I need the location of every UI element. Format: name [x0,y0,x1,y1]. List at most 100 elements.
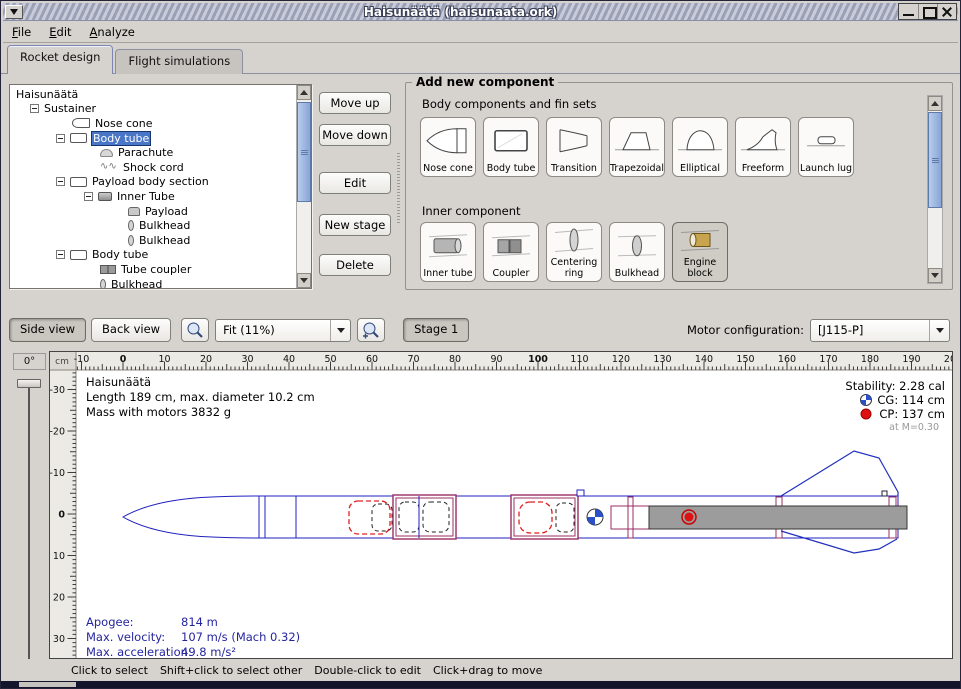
motor-configuration-select[interactable]: [J115-P] [810,319,950,342]
scroll-up-button[interactable] [928,96,942,111]
svg-text:20: 20 [53,593,65,604]
selected-tree-label: Body tube [92,132,150,145]
minimize-button[interactable] [899,4,918,19]
tree-item-inner-tube[interactable]: Inner Tube [12,189,294,204]
tree-item-body-tube-2[interactable]: Body tube [12,248,294,263]
centering-ring-icon [547,223,601,258]
zoom-in-button[interactable] [357,318,385,342]
collapse-icon[interactable] [56,134,65,143]
svg-text:10: 10 [53,551,65,562]
tab-flight-simulations[interactable]: Flight simulations [115,49,243,74]
svg-text:200: 200 [944,354,953,365]
tree-scrollbar[interactable] [296,85,311,288]
tab-rocket-design[interactable]: Rocket design [7,45,113,74]
collapse-icon[interactable] [56,250,65,259]
rocket-design-canvas[interactable]: cm -100102030405060708090100110120130140… [49,351,953,659]
svg-text:30: 30 [53,634,65,645]
window-menu-button[interactable] [5,5,23,19]
bulkhead-button[interactable]: Bulkhead [609,222,665,282]
launch-lug-button[interactable]: Launch lug [798,117,854,177]
stage-1-toggle[interactable]: Stage 1 [403,318,469,342]
hint-click: Click to select [71,664,148,677]
apogee-value: 814 m [181,615,218,629]
collapse-icon[interactable] [30,104,39,113]
launch-lug-shape[interactable] [577,490,584,496]
component-tree[interactable]: Haisunäätä Sustainer Nose cone Body tube… [9,84,312,289]
tree-item-shock-cord[interactable]: Shock cord [12,160,294,175]
move-up-button[interactable]: Move up [319,92,391,114]
back-view-button[interactable]: Back view [91,318,171,342]
collapse-icon[interactable] [84,192,93,201]
transition-button[interactable]: Transition [546,117,602,177]
payload-section-shape[interactable] [393,495,456,539]
maximize-button[interactable] [918,4,937,19]
resize-grip[interactable] [19,682,76,687]
tree-item-payload-body-section[interactable]: Payload body section [12,175,294,190]
edit-button[interactable]: Edit [319,172,391,194]
mach-note: at M=0.30 [889,422,939,433]
panel-title: Add new component [412,75,558,89]
svg-text:-20: -20 [49,427,65,438]
svg-text:0: 0 [120,354,127,365]
svg-text:150: 150 [736,354,754,365]
hint-shift-click: Shift+click to select other [160,664,302,677]
delete-button[interactable]: Delete [319,254,391,276]
menu-item-edit[interactable]: Edit [40,23,80,41]
titlebar[interactable]: Haisunäätä (haisunaata.ork) [3,3,958,21]
body-tube-icon [70,250,87,260]
stability-value: Stability: 2.28 cal [845,379,945,393]
payload-icon [128,207,140,216]
magnifier-plus-icon [361,320,381,340]
menu-item-file[interactable]: File [3,23,40,41]
engine-block-icon [673,223,727,258]
close-button[interactable] [937,4,956,19]
freeform-fin-icon [736,118,790,164]
tree-item-bulkhead[interactable]: Bulkhead [12,218,294,233]
tree-item-rocket[interactable]: Haisunäätä [12,87,294,102]
cg-marker [587,509,603,525]
scrollbar-thumb[interactable] [928,112,942,208]
tree-item-payload[interactable]: Payload [12,204,294,219]
inner-tube-button[interactable]: Inner tube [420,222,476,282]
scroll-up-button[interactable] [297,85,311,100]
zoom-level-select[interactable]: Fit (11%) [215,319,351,342]
tree-item-bulkhead-2[interactable]: Bulkhead [12,277,294,289]
nose-cone-button[interactable]: Nose cone [420,117,476,177]
collapse-icon[interactable] [56,177,65,186]
freeform-fin-button[interactable]: Freeform [735,117,791,177]
launch-lug-icon [799,118,853,164]
panel-scrollbar[interactable] [927,95,943,284]
tree-item-parachute[interactable]: Parachute [12,145,294,160]
move-down-button[interactable]: Move down [319,124,391,146]
elliptical-fin-button[interactable]: Elliptical [672,117,728,177]
tree-item-tube-coupler[interactable]: Tube coupler [12,262,294,277]
tree-item-body-tube[interactable]: Body tube [12,131,294,146]
tree-item-nose-cone[interactable]: Nose cone [12,116,294,131]
cp-legend-icon [861,409,871,419]
scroll-down-button[interactable] [928,268,942,283]
rotation-slider-handle[interactable] [17,379,41,388]
arrow-up-icon [931,97,939,106]
side-view-button[interactable]: Side view [9,318,86,342]
svg-text:20: 20 [200,354,212,365]
tree-item-bulkhead[interactable]: Bulkhead [12,233,294,248]
scrollbar-thumb[interactable] [297,102,311,202]
max-acceleration-value: 49.8 m/s² [181,645,236,659]
engine-block-button[interactable]: Engine block [672,222,728,282]
trapezoidal-fin-button[interactable]: Trapezoidal [609,117,665,177]
menu-item-analyze[interactable]: Analyze [81,23,144,41]
scroll-down-button[interactable] [297,273,311,288]
zoom-out-button[interactable] [181,318,209,342]
new-stage-button[interactable]: New stage [319,214,391,236]
coupler-button[interactable]: Coupler [483,222,539,282]
centering-ring-button[interactable]: Centering ring [546,222,602,282]
trapezoidal-fin-icon [610,118,664,164]
rotation-slider[interactable] [28,383,30,659]
coupler-icon [484,223,538,269]
svg-text:90: 90 [490,354,502,365]
body-components-label: Body components and fin sets [422,97,596,111]
body-tube-button[interactable]: Body tube [483,117,539,177]
splitter-handle[interactable] [397,153,400,225]
tree-item-sustainer[interactable]: Sustainer [12,102,294,117]
svg-text:-30: -30 [49,385,65,396]
